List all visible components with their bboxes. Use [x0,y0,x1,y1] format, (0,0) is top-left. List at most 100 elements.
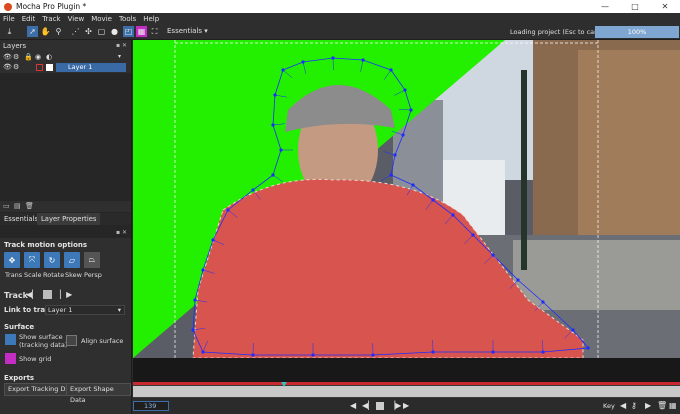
viewer-footer [133,358,680,382]
perspective-icon[interactable]: ⏢ [84,252,100,268]
lock-icon[interactable]: 🔒 [24,53,33,61]
add-point-icon[interactable]: ⋰ [70,26,81,37]
properties-tabs: Essentials Layer Properties [0,213,131,225]
rotate-icon[interactable]: ↻ [44,252,60,268]
layers-menu-icon[interactable]: ▾ [118,53,121,60]
xspline-tool-icon[interactable]: ✣ [83,26,94,37]
show-grid-icon[interactable] [5,353,16,364]
track-backward-icon[interactable]: ◀▏ [26,290,38,299]
track-label: Track [4,291,28,300]
street-pole [521,70,527,270]
layers-header-icons: 👁 ⚙ 🔒 ◉ ◐ ▾ [0,52,131,62]
hand-tool-icon[interactable]: ✋ [40,26,51,37]
tab-layer-properties[interactable]: Layer Properties [37,213,101,225]
menu-movie[interactable]: Movie [91,15,112,23]
layer-row[interactable]: 👁 ⚙ Layer 1 [0,63,131,72]
title-bar: Mocha Pro Plugin * — □ ✕ [0,0,680,13]
color-icon[interactable]: ◉ [35,53,41,61]
menu-edit[interactable]: Edit [22,15,36,23]
align-surface-label: Align surface [81,337,124,345]
menu-track[interactable]: Track [42,15,60,23]
loading-progress-bar: 100% [595,26,679,38]
visibility-icon[interactable]: 👁 [3,53,12,61]
align-tool-icon[interactable]: ⛶ [149,26,160,37]
panel-float-icon[interactable]: ▪ ✕ [116,42,127,49]
circle-tool-icon[interactable]: ● [109,26,120,37]
zoom-tool-icon[interactable]: ⚲ [53,26,64,37]
duplicate-layer-icon[interactable]: ▤ [14,202,21,210]
link-to-track-value: Layer 1 [48,306,73,314]
menu-view[interactable]: View [68,15,85,23]
layers-footer: ▭ ▤ 🗑 [0,201,131,212]
main-toolbar: ⤓ ➚ ✋ ⚲ ⋰ ✣ ▢ ● ◰ ▦ ⛶ Essentials ▾ Loadi… [0,24,680,40]
play-icon[interactable]: ▶ [403,401,409,410]
layer-color-swatch[interactable] [36,64,43,71]
menu-file[interactable]: File [3,15,15,23]
scale-label: Scale [24,271,42,279]
scale-icon[interactable]: ⤧ [24,252,40,268]
layers-panel-title: Layers [3,42,27,50]
surface-title: Surface [4,323,35,331]
step-back-icon[interactable]: ◀ [350,401,356,410]
playback-bar: 139 ◀ ◀▏ ▕▶ ▶ Key ◀ ⚷ ▶ 🗑 ▦ [133,398,680,414]
menu-tools[interactable]: Tools [119,15,136,23]
menu-bar: File Edit Track View Movie Tools Help [0,13,680,24]
properties-float-icon[interactable]: ▪ ✕ [116,229,127,236]
rotate-label: Rotate [43,271,65,279]
viewer-canvas [133,40,680,358]
trans-label: Trans [5,271,23,279]
track-forward-icon[interactable]: ▏▶ [60,290,72,299]
clip-viewer[interactable] [133,40,680,358]
link-to-track-select[interactable]: Layer 1 ▾ [45,305,125,315]
track-motion-title: Track motion options [4,241,88,249]
current-frame-field[interactable]: 139 [133,401,169,411]
prev-keyframe-icon[interactable]: ◀ [620,401,626,410]
chevron-down-icon: ▾ [117,306,121,314]
timeline-range [133,382,680,385]
export-shape-button[interactable]: Export Shape Data [66,383,131,404]
maximize-button[interactable]: □ [620,0,650,13]
key-label: Key [603,402,615,410]
building-right-near [578,50,680,240]
key-settings-icon[interactable]: ▦ [669,401,677,410]
surface-tool-icon[interactable]: ◰ [123,26,134,37]
layer-settings-icon[interactable]: ⚙ [13,63,19,71]
sidewalk [513,240,680,310]
skew-label: Skew [65,271,82,279]
window-controls: — □ ✕ [590,0,680,13]
new-folder-icon[interactable]: ▭ [3,202,10,210]
save-icon[interactable]: ⤓ [4,26,15,37]
minimize-button[interactable]: — [590,0,620,13]
stop-button[interactable] [376,402,384,410]
timeline-ruler[interactable] [133,386,680,397]
layer-matte-swatch[interactable] [46,64,53,71]
next-key-icon[interactable]: ▕▶ [389,401,401,410]
matte-icon[interactable]: ◐ [46,53,52,61]
delete-layer-icon[interactable]: 🗑 [25,202,34,210]
show-surface-icon[interactable] [5,334,16,345]
progress-label: 100% [627,28,647,36]
grid-tool-icon[interactable]: ▦ [136,26,147,37]
left-panel: Layers ▪ ✕ 👁 ⚙ 🔒 ◉ ◐ ▾ 👁 ⚙ Layer 1 ▭ ▤ 🗑… [0,40,132,414]
persp-label: Persp [84,271,102,279]
translate-icon[interactable]: ✥ [4,252,20,268]
skew-icon[interactable]: ▱ [64,252,80,268]
pointer-tool-icon[interactable]: ➚ [27,26,38,37]
prev-key-icon[interactable]: ◀▏ [362,401,374,410]
align-surface-icon[interactable] [66,335,77,346]
tab-essentials[interactable]: Essentials [0,213,42,225]
stop-icon[interactable] [43,290,52,299]
layer-visibility-icon[interactable]: 👁 [3,63,12,71]
mocha-app-icon [4,2,12,11]
timeline[interactable] [133,382,680,398]
menu-help[interactable]: Help [143,15,159,23]
window-title: Mocha Pro Plugin * [16,2,87,11]
rect-tool-icon[interactable]: ▢ [96,26,107,37]
add-key-icon[interactable]: ⚷ [631,401,637,410]
delete-key-icon[interactable]: 🗑 [657,401,667,410]
close-button[interactable]: ✕ [650,0,680,13]
settings-icon[interactable]: ⚙ [13,53,19,61]
layer-name[interactable]: Layer 1 [56,63,126,72]
next-keyframe-icon[interactable]: ▶ [645,401,651,410]
workspace-dropdown[interactable]: Essentials ▾ [167,27,208,35]
